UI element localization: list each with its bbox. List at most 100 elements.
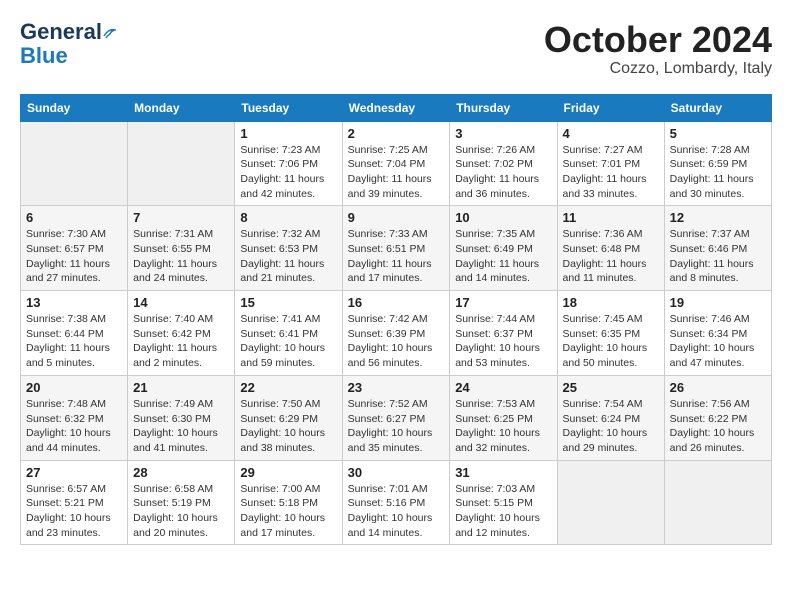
calendar-cell: 15Sunrise: 7:41 AM Sunset: 6:41 PM Dayli…: [235, 291, 342, 376]
calendar-week-row: 27 Sunrise: 6:57 AM Sunset: 5:21 PM Dayli…: [21, 460, 772, 545]
calendar-cell: 31 Sunrise: 7:03 AM Sunset: 5:15 PM Dayli…: [450, 460, 557, 545]
day-number: 5: [670, 126, 766, 141]
calendar-cell: 3 Sunrise: 7:26 AM Sunset: 7:02 PM Daylig…: [450, 121, 557, 206]
calendar-cell: 27 Sunrise: 6:57 AM Sunset: 5:21 PM Dayli…: [21, 460, 128, 545]
day-info: Sunrise: 6:57 AM Sunset: 5:21 PM Dayligh…: [26, 482, 122, 541]
day-info: Sunrise: 7:25 AM Sunset: 7:04 PM Dayligh…: [348, 143, 445, 202]
day-number: 3: [455, 126, 551, 141]
calendar-cell: 25 Sunrise: 7:54 AM Sunset: 6:24 PM Dayli…: [557, 375, 664, 460]
day-info: Sunrise: 7:30 AM Sunset: 6:57 PM Dayligh…: [26, 227, 122, 286]
calendar-cell: [21, 121, 128, 206]
day-number: 16: [348, 295, 445, 310]
day-number: 9: [348, 210, 445, 225]
calendar-cell: 16 Sunrise: 7:42 AM Sunset: 6:39 PM Dayli…: [342, 291, 450, 376]
day-info: Sunrise: 7:32 AM Sunset: 6:53 PM Dayligh…: [240, 227, 336, 286]
calendar-cell: 18 Sunrise: 7:45 AM Sunset: 6:35 PM Dayli…: [557, 291, 664, 376]
weekday-header: Tuesday: [235, 94, 342, 121]
title-block: October 2024 Cozzo, Lombardy, Italy: [544, 20, 772, 78]
calendar-cell: 9 Sunrise: 7:33 AM Sunset: 6:51 PM Daylig…: [342, 206, 450, 291]
calendar-cell: [128, 121, 235, 206]
location: Cozzo, Lombardy, Italy: [544, 60, 772, 78]
day-number: 27: [26, 465, 122, 480]
calendar-cell: 11Sunrise: 7:36 AM Sunset: 6:48 PM Dayli…: [557, 206, 664, 291]
weekday-header: Saturday: [664, 94, 771, 121]
day-info: Sunrise: 7:27 AM Sunset: 7:01 PM Dayligh…: [563, 143, 659, 202]
day-info: Sunrise: 7:35 AM Sunset: 6:49 PM Dayligh…: [455, 227, 551, 286]
weekday-header: Sunday: [21, 94, 128, 121]
logo-bird-icon: [102, 26, 116, 40]
day-info: Sunrise: 7:01 AM Sunset: 5:16 PM Dayligh…: [348, 482, 445, 541]
day-number: 20: [26, 380, 122, 395]
day-info: Sunrise: 7:56 AM Sunset: 6:22 PM Dayligh…: [670, 397, 766, 456]
day-number: 10: [455, 210, 551, 225]
day-number: 1: [240, 126, 336, 141]
page-header: General Blue October 2024 Cozzo, Lombard…: [20, 20, 772, 78]
day-number: 7: [133, 210, 229, 225]
weekday-header: Monday: [128, 94, 235, 121]
calendar-cell: 14 Sunrise: 7:40 AM Sunset: 6:42 PM Dayli…: [128, 291, 235, 376]
calendar-cell: [557, 460, 664, 545]
day-info: Sunrise: 7:23 AM Sunset: 7:06 PM Dayligh…: [240, 143, 336, 202]
calendar-cell: 20 Sunrise: 7:48 AM Sunset: 6:32 PM Dayli…: [21, 375, 128, 460]
day-number: 14: [133, 295, 229, 310]
calendar-cell: 7Sunrise: 7:31 AM Sunset: 6:55 PM Daylig…: [128, 206, 235, 291]
calendar-cell: 10 Sunrise: 7:35 AM Sunset: 6:49 PM Dayli…: [450, 206, 557, 291]
day-number: 25: [563, 380, 659, 395]
calendar-cell: 22 Sunrise: 7:50 AM Sunset: 6:29 PM Dayli…: [235, 375, 342, 460]
day-info: Sunrise: 7:52 AM Sunset: 6:27 PM Dayligh…: [348, 397, 445, 456]
day-info: Sunrise: 7:03 AM Sunset: 5:15 PM Dayligh…: [455, 482, 551, 541]
calendar-cell: 8 Sunrise: 7:32 AM Sunset: 6:53 PM Daylig…: [235, 206, 342, 291]
logo-blue: Blue: [20, 44, 68, 68]
calendar-week-row: 6Sunrise: 7:30 AM Sunset: 6:57 PM Daylig…: [21, 206, 772, 291]
calendar-cell: 2 Sunrise: 7:25 AM Sunset: 7:04 PM Daylig…: [342, 121, 450, 206]
day-info: Sunrise: 7:45 AM Sunset: 6:35 PM Dayligh…: [563, 312, 659, 371]
day-number: 29: [240, 465, 336, 480]
calendar-cell: 4 Sunrise: 7:27 AM Sunset: 7:01 PM Daylig…: [557, 121, 664, 206]
day-number: 4: [563, 126, 659, 141]
day-number: 26: [670, 380, 766, 395]
calendar-header-row: SundayMondayTuesdayWednesdayThursdayFrid…: [21, 94, 772, 121]
calendar-cell: 30 Sunrise: 7:01 AM Sunset: 5:16 PM Dayli…: [342, 460, 450, 545]
calendar-cell: 17 Sunrise: 7:44 AM Sunset: 6:37 PM Dayli…: [450, 291, 557, 376]
month-title: October 2024: [544, 20, 772, 60]
weekday-header: Friday: [557, 94, 664, 121]
day-info: Sunrise: 7:49 AM Sunset: 6:30 PM Dayligh…: [133, 397, 229, 456]
calendar-cell: 12Sunrise: 7:37 AM Sunset: 6:46 PM Dayli…: [664, 206, 771, 291]
day-info: Sunrise: 7:53 AM Sunset: 6:25 PM Dayligh…: [455, 397, 551, 456]
calendar-week-row: 1 Sunrise: 7:23 AM Sunset: 7:06 PM Daylig…: [21, 121, 772, 206]
day-info: Sunrise: 7:46 AM Sunset: 6:34 PM Dayligh…: [670, 312, 766, 371]
calendar-cell: 29Sunrise: 7:00 AM Sunset: 5:18 PM Dayli…: [235, 460, 342, 545]
day-number: 31: [455, 465, 551, 480]
day-info: Sunrise: 7:33 AM Sunset: 6:51 PM Dayligh…: [348, 227, 445, 286]
calendar-cell: 21 Sunrise: 7:49 AM Sunset: 6:30 PM Dayli…: [128, 375, 235, 460]
calendar-cell: [664, 460, 771, 545]
logo-general: General: [20, 19, 102, 44]
day-number: 30: [348, 465, 445, 480]
day-number: 13: [26, 295, 122, 310]
day-number: 28: [133, 465, 229, 480]
calendar-cell: 24Sunrise: 7:53 AM Sunset: 6:25 PM Dayli…: [450, 375, 557, 460]
day-info: Sunrise: 7:50 AM Sunset: 6:29 PM Dayligh…: [240, 397, 336, 456]
calendar-cell: 5 Sunrise: 7:28 AM Sunset: 6:59 PM Daylig…: [664, 121, 771, 206]
day-number: 23: [348, 380, 445, 395]
day-info: Sunrise: 7:48 AM Sunset: 6:32 PM Dayligh…: [26, 397, 122, 456]
day-info: Sunrise: 7:44 AM Sunset: 6:37 PM Dayligh…: [455, 312, 551, 371]
calendar-cell: 1 Sunrise: 7:23 AM Sunset: 7:06 PM Daylig…: [235, 121, 342, 206]
weekday-header: Thursday: [450, 94, 557, 121]
day-info: Sunrise: 7:28 AM Sunset: 6:59 PM Dayligh…: [670, 143, 766, 202]
logo: General Blue: [20, 20, 116, 68]
day-number: 17: [455, 295, 551, 310]
day-number: 21: [133, 380, 229, 395]
day-info: Sunrise: 7:26 AM Sunset: 7:02 PM Dayligh…: [455, 143, 551, 202]
day-number: 8: [240, 210, 336, 225]
day-info: Sunrise: 7:42 AM Sunset: 6:39 PM Dayligh…: [348, 312, 445, 371]
day-info: Sunrise: 7:54 AM Sunset: 6:24 PM Dayligh…: [563, 397, 659, 456]
day-info: Sunrise: 7:41 AM Sunset: 6:41 PM Dayligh…: [240, 312, 336, 371]
day-number: 22: [240, 380, 336, 395]
day-number: 18: [563, 295, 659, 310]
weekday-header: Wednesday: [342, 94, 450, 121]
day-info: Sunrise: 7:40 AM Sunset: 6:42 PM Dayligh…: [133, 312, 229, 371]
calendar-cell: 19Sunrise: 7:46 AM Sunset: 6:34 PM Dayli…: [664, 291, 771, 376]
day-number: 11: [563, 210, 659, 225]
day-number: 2: [348, 126, 445, 141]
